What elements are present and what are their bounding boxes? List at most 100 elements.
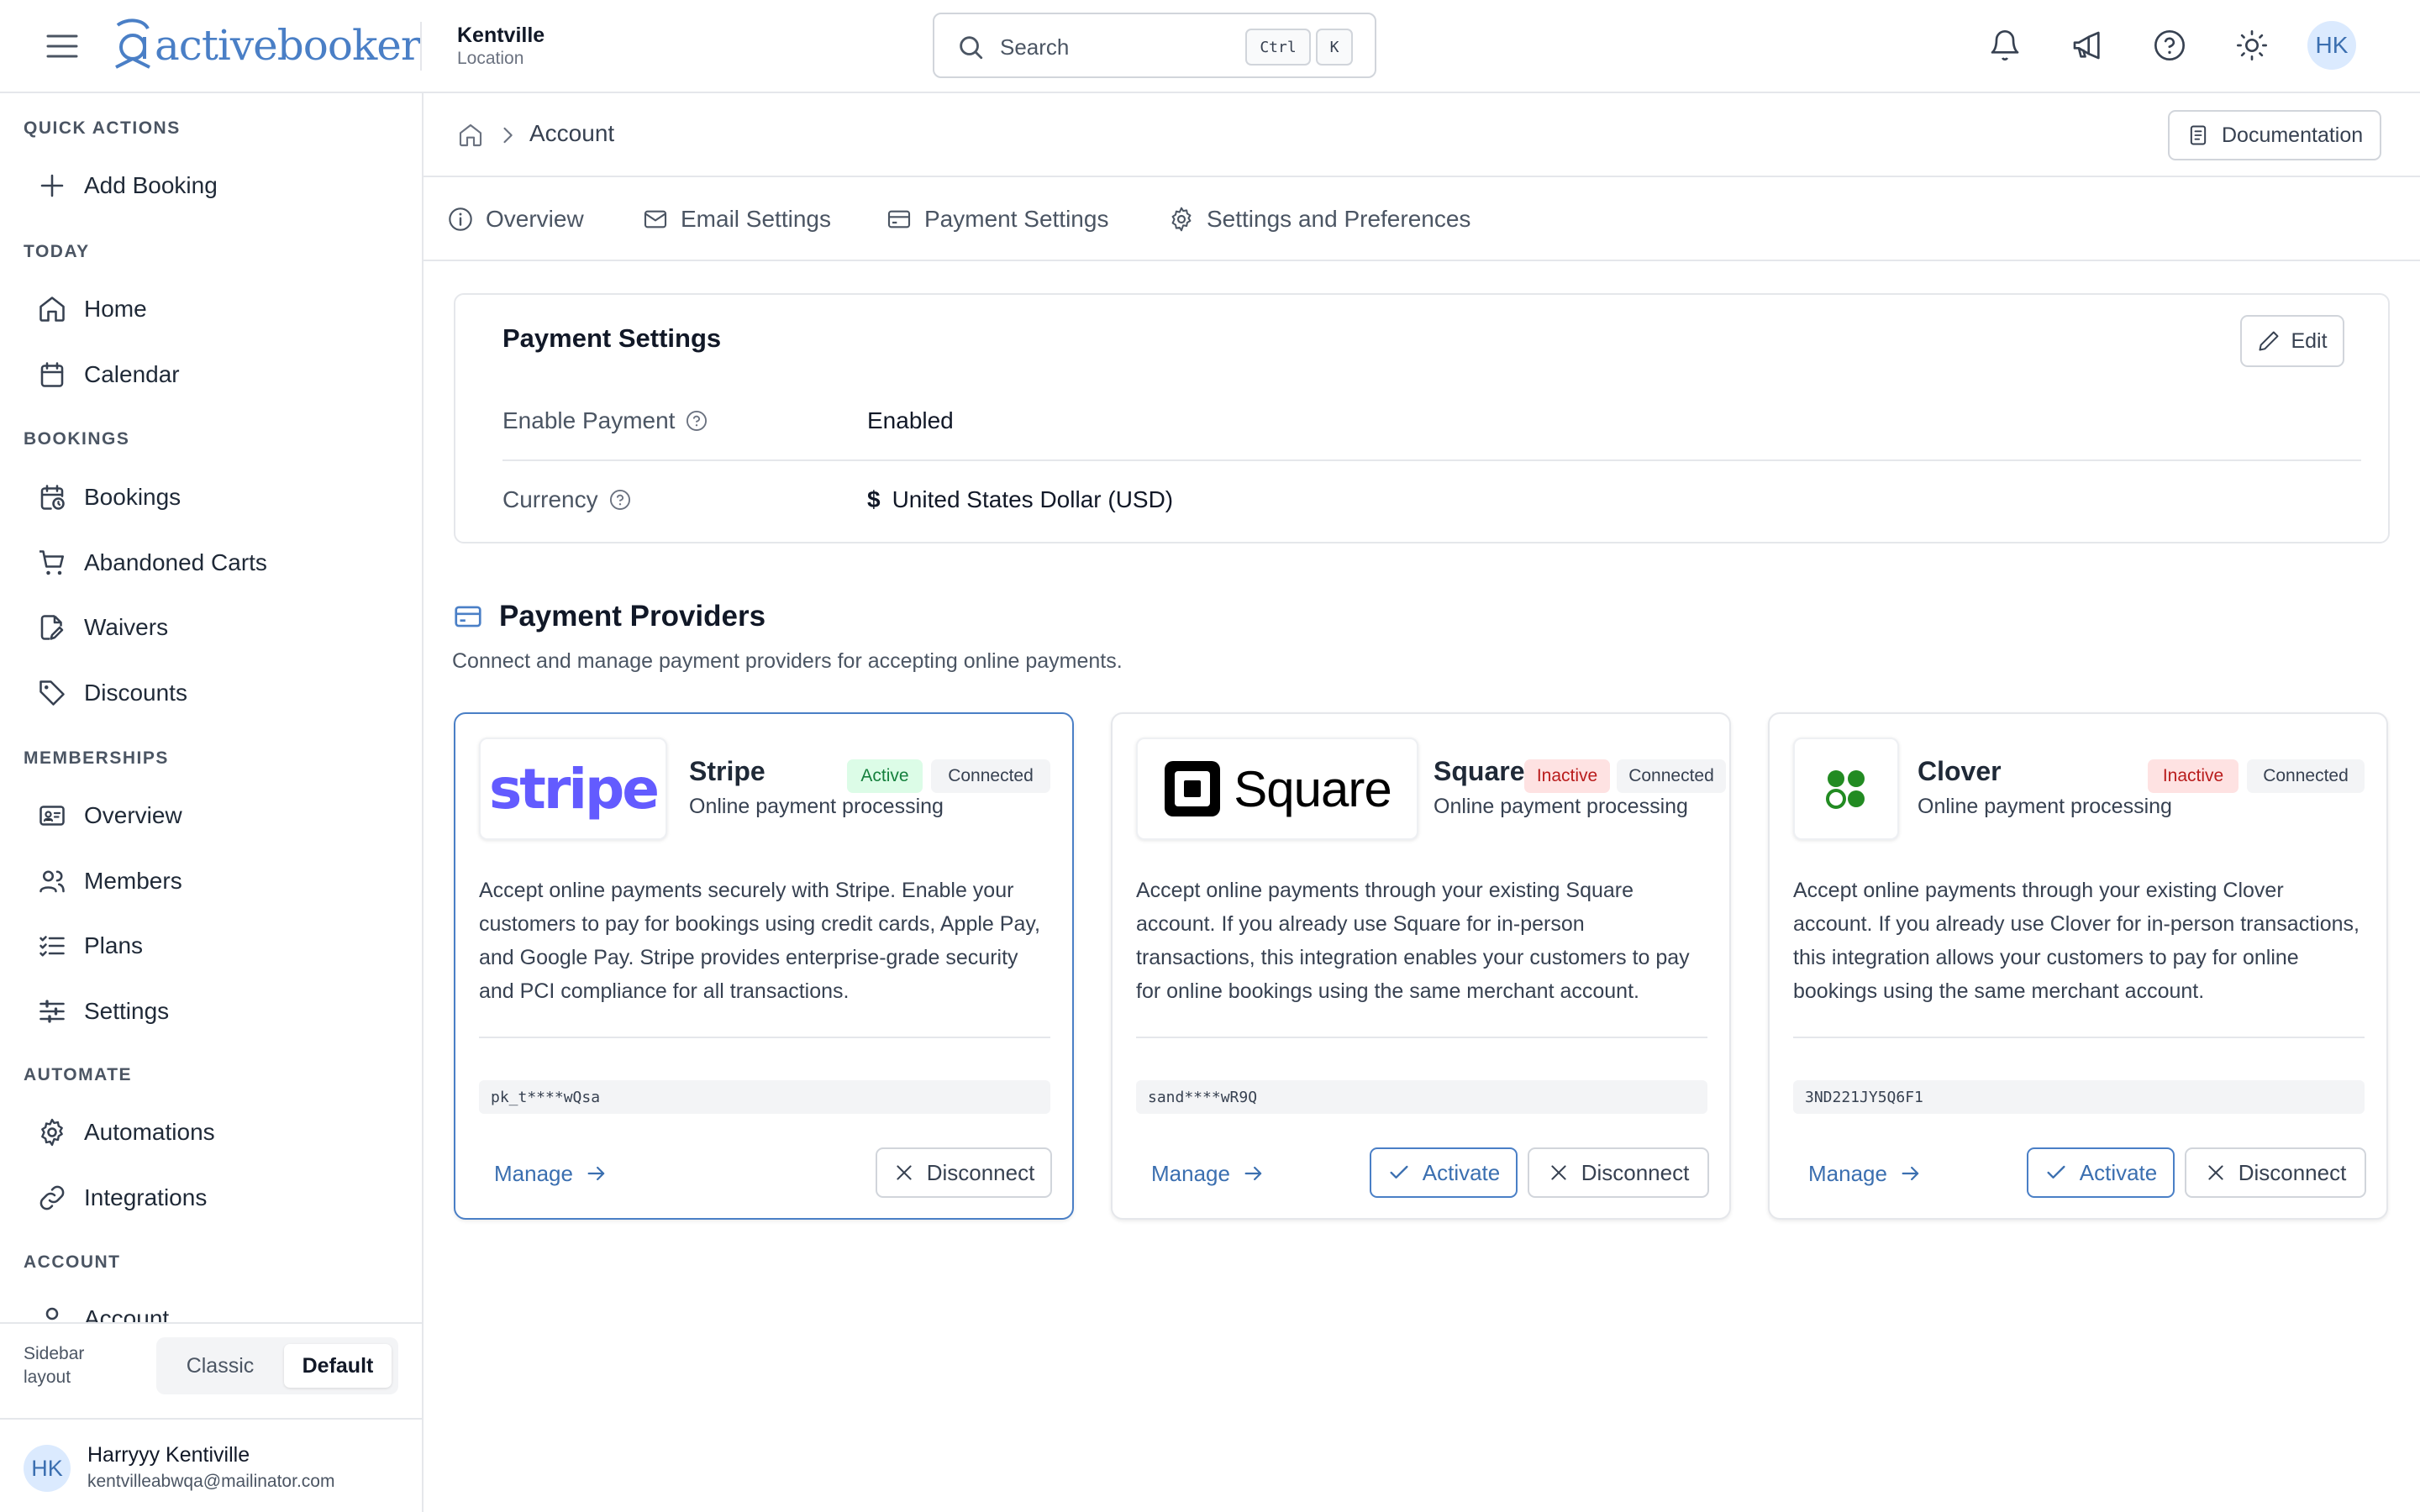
manage-link[interactable]: Manage [1808,1149,1923,1198]
stripe-logo-text: stripe [488,756,660,822]
calendar-icon [40,362,64,387]
document-icon [2190,125,2207,145]
edit-label: Edit [2291,328,2328,353]
user-avatar-button[interactable]: HK [2307,21,2356,70]
sidebar-layout-label: Sidebar layout [24,1344,85,1387]
activate-button[interactable]: Activate [1370,1147,1518,1198]
bell-icon [1991,30,2019,60]
activate-button[interactable]: Activate [2027,1147,2175,1198]
avatar: HK [24,1445,71,1492]
sidebar-item-abandoned-carts[interactable]: Abandoned Carts [24,537,402,589]
sidebar-item-label: Add Booking [84,172,218,198]
menu-toggle-button[interactable] [39,25,86,67]
sidebar-layout-switcher: Sidebar layout Classic Default [0,1322,422,1418]
sidebar-item-label: Settings [84,998,170,1024]
calendar-clock-icon [40,485,65,510]
sidebar-item-settings[interactable]: Settings [24,985,402,1037]
disconnect-button[interactable]: Disconnect [1528,1147,1709,1198]
help-circle-icon[interactable] [608,488,632,512]
sidebar-section-today: TODAY [24,242,90,261]
divider [479,1037,1050,1038]
currency-symbol: $ [867,486,881,512]
notifications-button[interactable] [1981,22,2028,69]
sidebar-item-calendar[interactable]: Calendar [24,349,402,401]
help-circle-icon[interactable] [685,409,708,433]
list-checks-icon [39,936,65,957]
user-profile[interactable]: HK Harryyy Kentiville kentvilleabwqa@mai… [0,1418,422,1512]
arrow-right-icon [1244,1166,1262,1181]
provider-name: Square [1434,756,1525,786]
provider-tagline: Online payment processing [1918,795,2172,818]
sidebar-item-bookings[interactable]: Bookings [24,471,402,523]
sidebar-item-label: Members [84,868,182,894]
sidebar-item-members[interactable]: Members [24,855,402,907]
help-button[interactable] [2146,22,2193,69]
tag-icon [39,680,65,706]
sidebar-item-label: Calendar [84,361,180,387]
manage-label: Manage [494,1160,573,1186]
provider-description: Accept online payments through your exis… [1793,879,2360,1003]
sidebar-item-waivers[interactable]: Waivers [24,601,402,654]
activebooker-logo[interactable]: activebooker [111,15,421,76]
manage-link[interactable]: Manage [1151,1149,1265,1198]
sidebar-section-memberships: MEMBERSHIPS [24,748,169,768]
sidebar-section-quick-actions: QUICK ACTIONS [24,118,181,138]
pencil-icon [2259,331,2279,351]
sidebar-item-label: Overview [84,802,182,828]
divider [1793,1037,2365,1038]
home-icon[interactable] [457,122,484,149]
sidebar-item-plans[interactable]: Plans [24,920,402,972]
sidebar-item-add-booking[interactable]: Add Booking [24,160,402,212]
main-content: Account Documentation Overview Email Set… [424,93,2420,1512]
provider-description: Accept online payments securely with Str… [479,879,1040,1003]
sidebar-item-label: Waivers [84,614,169,640]
status-badge: Active [847,759,923,793]
tab-overview[interactable]: Overview [447,177,584,261]
location-name[interactable]: Kentville [457,24,544,48]
connection-badge: Connected [1617,759,1726,793]
users-icon [39,870,65,893]
disconnect-label: Disconnect [1581,1159,1690,1185]
documentation-button[interactable]: Documentation [2168,110,2381,160]
mail-icon [644,210,667,228]
tab-label: Email Settings [681,206,831,232]
api-key-value: 3ND221JY5Q6F1 [1793,1080,2365,1114]
provider-card-square: Square Square Inactive Connected Online … [1111,712,1731,1220]
provider-card-stripe: stripe Stripe Active Connected Online pa… [454,712,1074,1220]
sidebar-item-home[interactable]: Home [24,283,402,335]
section-subtitle: Connect and manage payment providers for… [452,649,1123,673]
setting-row-enable-payment: Enable Payment Enabled [502,382,2361,461]
search-input[interactable]: Search Ctrl K [933,13,1376,78]
disconnect-button[interactable]: Disconnect [2185,1147,2366,1198]
disconnect-button[interactable]: Disconnect [876,1147,1052,1198]
theme-toggle-button[interactable] [2228,22,2275,69]
layout-classic-option[interactable]: Classic [163,1344,277,1388]
tab-settings-and-preferences[interactable]: Settings and Preferences [1168,177,1470,261]
chevron-right-icon [503,127,513,144]
sidebar-item-overview[interactable]: Overview [24,790,402,842]
stripe-logo: stripe [479,738,667,840]
shortcut-k-key: K [1316,29,1353,66]
announcements-button[interactable] [2064,22,2111,69]
sidebar-item-label: Home [84,296,147,322]
api-key-value: pk_t****wQsa [479,1080,1050,1114]
manage-link[interactable]: Manage [494,1149,608,1198]
sidebar-item-integrations[interactable]: Integrations [24,1172,402,1224]
logo-text: activebooker [155,21,421,70]
plus-icon [40,174,64,197]
help-circle-icon [2154,30,2185,60]
layout-default-option[interactable]: Default [284,1344,392,1388]
tab-payment-settings[interactable]: Payment Settings [886,177,1108,261]
sidebar-item-discounts[interactable]: Discounts [24,667,402,719]
sidebar-item-automations[interactable]: Automations [24,1106,402,1158]
edit-button[interactable]: Edit [2240,315,2344,367]
sidebar-item-label: Plans [84,932,144,958]
tab-email-settings[interactable]: Email Settings [642,177,831,261]
user-name: Harryyy Kentiville [87,1443,250,1467]
section-title: Payment Providers [499,600,766,633]
provider-description: Accept online payments through your exis… [1136,879,1690,1003]
setting-label: Enable Payment [502,407,676,433]
provider-tagline: Online payment processing [689,795,944,818]
home-icon [39,297,65,322]
setting-value: United States Dollar (USD) [892,486,1174,512]
